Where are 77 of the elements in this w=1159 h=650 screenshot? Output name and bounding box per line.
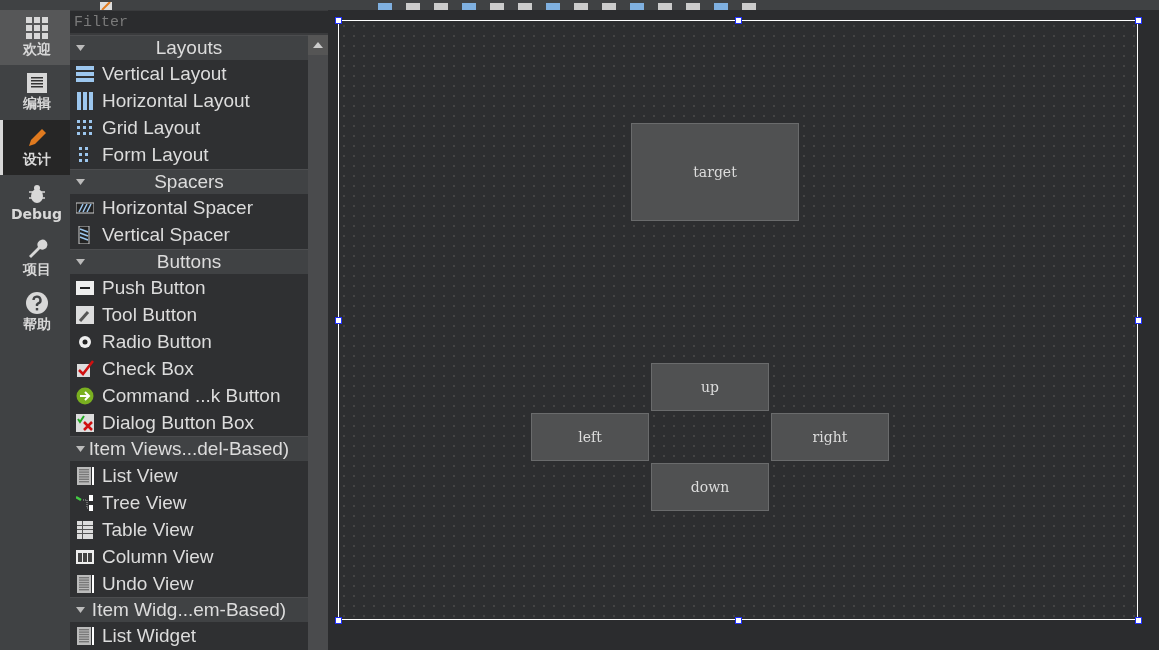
category-header[interactable]: Layouts xyxy=(70,35,308,60)
resize-handle[interactable] xyxy=(735,617,742,624)
push-button[interactable]: left xyxy=(531,413,649,461)
mode-button[interactable]: 欢迎 xyxy=(0,10,70,65)
widget-item[interactable]: Horizontal Layout xyxy=(70,87,308,115)
tool-icon xyxy=(76,306,94,324)
widget-item[interactable]: Grid Layout xyxy=(70,114,308,142)
grid-icon xyxy=(76,119,94,138)
tree-icon xyxy=(76,493,94,512)
widget-item[interactable]: Tool Button xyxy=(70,301,308,329)
widget-item[interactable]: List View xyxy=(70,462,308,490)
ok-icon xyxy=(76,279,94,298)
scroll-up-icon xyxy=(313,42,323,48)
rows-icon xyxy=(76,65,94,84)
push-button[interactable]: target xyxy=(631,123,799,221)
widget-item[interactable]: Horizontal Spacer xyxy=(70,194,308,222)
toolbar-icon[interactable] xyxy=(658,3,672,10)
widget-item[interactable]: List Widget xyxy=(70,622,308,650)
widget-item[interactable]: Vertical Layout xyxy=(70,60,308,88)
mode-button[interactable]: 帮助 xyxy=(0,285,70,340)
toolbar-icon[interactable] xyxy=(378,3,392,10)
toolbar-icon[interactable] xyxy=(574,3,588,10)
category-header[interactable]: Item Widg...em-Based) xyxy=(70,597,308,622)
category-header[interactable]: Buttons xyxy=(70,248,308,274)
scrollbar[interactable] xyxy=(308,35,328,650)
widget-item[interactable]: Form Layout xyxy=(70,141,308,169)
widget-item[interactable]: Table View xyxy=(70,516,308,544)
document-icon xyxy=(26,72,47,93)
list-icon xyxy=(76,627,94,646)
toolbar-icon[interactable] xyxy=(714,3,728,10)
toolbar-icon[interactable] xyxy=(686,3,700,10)
column-icon xyxy=(76,547,94,566)
resize-handle[interactable] xyxy=(735,17,742,24)
resize-handle[interactable] xyxy=(1135,617,1142,624)
bug-icon xyxy=(26,183,47,204)
resize-handle[interactable] xyxy=(335,617,342,624)
widget-item[interactable]: Check Box xyxy=(70,355,308,383)
widget-item[interactable]: Push Button xyxy=(70,274,308,302)
toolbar-icon[interactable] xyxy=(546,3,560,10)
resize-handle[interactable] xyxy=(335,317,342,324)
push-button[interactable]: right xyxy=(771,413,889,461)
list-icon xyxy=(76,466,94,485)
widget-item[interactable]: Dialog Button Box xyxy=(70,409,308,437)
toolbar-icon[interactable] xyxy=(518,3,532,10)
toolbar-icon[interactable] xyxy=(406,3,420,10)
help-icon xyxy=(25,291,48,314)
table-icon xyxy=(76,520,94,539)
mode-button[interactable]: Debug xyxy=(0,175,70,230)
mode-button[interactable]: 设计 xyxy=(0,120,70,175)
mode-button[interactable]: 项目 xyxy=(0,230,70,285)
toolbar-icon[interactable] xyxy=(630,3,644,10)
toolbar-icon[interactable] xyxy=(742,3,756,10)
columns-icon xyxy=(76,92,94,111)
category-header[interactable]: Item Views...del-Based) xyxy=(70,436,308,462)
widget-item[interactable]: Radio Button xyxy=(70,328,308,356)
toolbar-icon[interactable] xyxy=(462,3,476,10)
toolbar-icon[interactable] xyxy=(602,3,616,10)
push-button[interactable]: up xyxy=(651,363,769,411)
widget-item[interactable]: Tree View xyxy=(70,489,308,517)
dialog-icon xyxy=(76,413,94,432)
mode-button[interactable]: 编辑 xyxy=(0,65,70,120)
toolbar-icon[interactable] xyxy=(434,3,448,10)
toolbar-icon[interactable] xyxy=(490,3,504,10)
list-icon xyxy=(76,574,94,593)
widget-item[interactable]: Undo View xyxy=(70,570,308,597)
checkbox-icon xyxy=(76,359,94,378)
push-button[interactable]: down xyxy=(651,463,769,511)
resize-handle[interactable] xyxy=(335,17,342,24)
form-widget[interactable]: target up left right down xyxy=(338,20,1138,620)
filter-field[interactable]: Filter xyxy=(70,11,328,33)
widget-item[interactable]: Command ...k Button xyxy=(70,382,308,410)
resize-handle[interactable] xyxy=(1135,17,1142,24)
resize-handle[interactable] xyxy=(1135,317,1142,324)
category-header[interactable]: Spacers xyxy=(70,168,308,194)
grid-icon xyxy=(25,16,48,39)
widget-item[interactable]: Column View xyxy=(70,543,308,571)
widget-item[interactable]: Vertical Spacer xyxy=(70,221,308,249)
